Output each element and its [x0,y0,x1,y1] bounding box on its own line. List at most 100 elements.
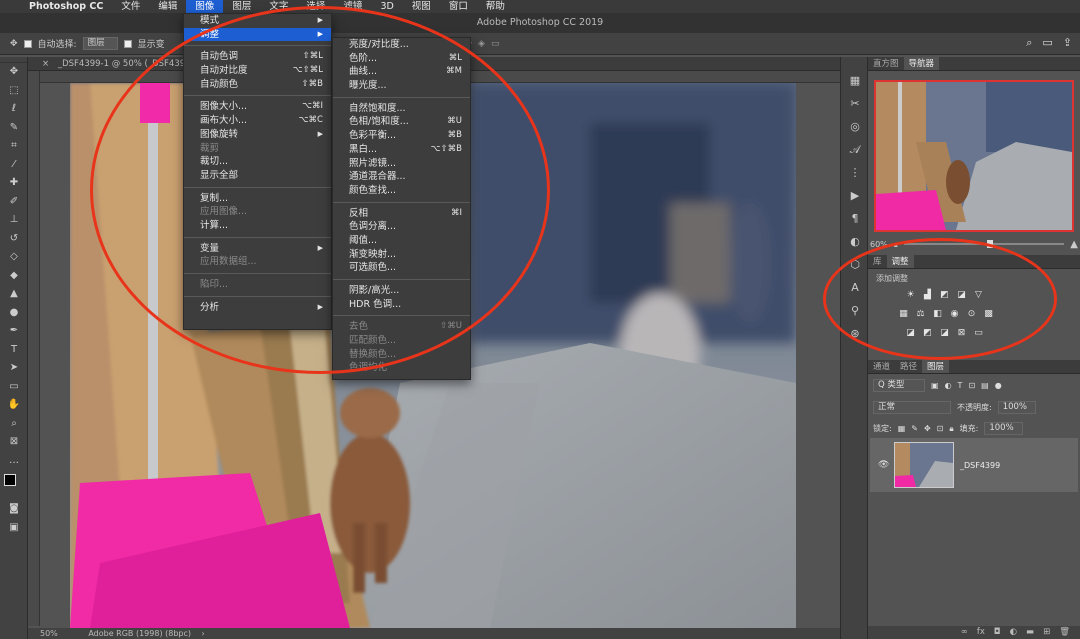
menu-photoshop[interactable]: Photoshop CC [20,0,112,13]
adjust-menu-item[interactable]: 自然饱和度... [333,102,470,116]
healing-tool-icon[interactable]: ✚ [0,174,28,193]
tab-layers[interactable]: 图层 [922,360,950,373]
adjust-menu-item[interactable]: 阴影/高光... [333,284,470,298]
layer-filter-dropdown[interactable]: Q 类型 [873,379,925,392]
color-panel-icon[interactable]: ◐ [841,230,869,253]
posterize-icon[interactable]: ◩ [922,328,933,339]
lock-transparent-icon[interactable]: ▦ [898,424,906,433]
path-select-icon[interactable]: ➤ [0,359,28,378]
adjust-menu-item[interactable]: 反相 ⌘I [333,207,470,221]
3d-panel-icon[interactable]: ⬡ [841,253,869,276]
link-icon[interactable]: ∞ [961,626,968,639]
zoom-tool-icon[interactable]: ⌕ [0,415,28,434]
status-chevron-icon[interactable]: › [202,629,205,638]
layer-name[interactable]: _DSF4399 [960,461,1000,470]
menu-help[interactable]: 帮助 [477,0,514,13]
new-layer-icon[interactable]: ⊞ [1043,626,1050,639]
image-menu-item[interactable]: 自动颜色 ⇧⌘B [184,78,331,92]
search-icon[interactable]: ⌕ [1026,36,1032,50]
image-menu-item[interactable]: 显示全部 [184,169,331,183]
lock-artboard-icon[interactable]: ⊡ [937,424,944,433]
rectangle-tool-icon[interactable]: ▭ [0,378,28,397]
gradient-map-icon[interactable]: ▭ [973,328,984,339]
layer-thumbnail[interactable] [894,442,954,488]
filter-adjustment-icon[interactable]: ◐ [945,381,952,390]
glyphs-panel-icon[interactable]: A [841,276,869,299]
move-tool-icon[interactable]: ✥ [10,39,18,49]
pen-tool-icon[interactable]: ✒ [0,322,28,341]
zoom-level[interactable]: 50% [40,629,58,638]
image-menu-item[interactable]: 自动对比度 ⌥⇧⌘L [184,64,331,78]
more-tools-icon[interactable]: … [0,452,28,471]
adjust-menu-item[interactable]: 渐变映射... [333,248,470,262]
image-menu-item[interactable]: 计算... [184,219,331,233]
menu-layer[interactable]: 图层 [223,0,260,13]
adjust-menu-item[interactable]: 照片滤镜... [333,157,470,171]
grid-panel-icon[interactable]: ▦ [841,69,869,92]
layer-row[interactable]: 👁︎ _DSF4399 [870,438,1078,492]
threshold-icon[interactable]: ◪ [939,328,950,339]
folder-icon[interactable]: ▬ [1026,626,1034,639]
image-menu-item[interactable]: 模式 ▶ [184,14,331,28]
properties-icon[interactable]: ⊛ [841,322,869,345]
color-balance-icon[interactable]: ⚖ [915,309,926,320]
vibrance-icon[interactable]: ▽ [973,290,984,301]
close-tab-icon[interactable]: × [42,59,49,69]
tab-adjustments[interactable]: 调整 [886,255,914,268]
invert-icon[interactable]: ◪ [905,328,916,339]
adjust-menu-item[interactable]: 色阶... ⌘L [333,52,470,66]
play-actions-icon[interactable]: ▶ [841,184,869,207]
levels-icon[interactable]: ▟ [922,290,933,301]
tab-library[interactable]: 库 [868,255,887,268]
image-menu-item[interactable]: 调整 ▶ [184,27,331,42]
type-tool-icon[interactable]: T [0,341,28,360]
adjust-menu-item[interactable]: 色彩平衡... ⌘B [333,129,470,143]
quick-mask-icon[interactable]: ◙ [0,500,28,519]
filter-pixel-icon[interactable]: ▣ [931,381,939,390]
filter-shape-icon[interactable]: ⊡ [968,381,975,390]
fx-icon[interactable]: fx [977,626,985,639]
quick-select-tool-icon[interactable]: ✎ [0,119,28,138]
crop-tool-icon[interactable]: ⌗ [0,137,28,156]
image-menu-item[interactable]: 变量 ▶ [184,242,331,256]
image-menu-item[interactable]: 图像旋转 ▶ [184,128,331,142]
clone-source-icon[interactable]: ⚲ [841,299,869,322]
adjustment-icon[interactable]: ◐ [1010,626,1017,639]
color-lookup-icon[interactable]: ▩ [983,309,994,320]
lock-position-icon[interactable]: ✥ [924,424,931,433]
adjust-menu-item[interactable]: 黑白... ⌥⇧⌘B [333,143,470,157]
tab-channels[interactable]: 通道 [868,360,895,373]
menu-image[interactable]: 图像 [186,0,224,13]
marquee-tool-icon[interactable]: ⬚ [0,82,28,101]
navigator-thumbnail[interactable] [874,80,1074,232]
workspace-icon[interactable]: ▭ [1042,36,1052,50]
screen-mode-icon[interactable]: ▣ [0,519,28,538]
tab-histogram[interactable]: 直方图 [868,57,904,70]
menu-type[interactable]: 文字 [260,0,297,13]
adjust-menu-item[interactable]: 阈值... [333,234,470,248]
move-tool-icon[interactable]: ✥ [0,63,28,82]
show-transform-checkbox[interactable] [123,39,132,48]
navigator-zoom-slider[interactable] [903,240,1065,248]
filter-toggle-icon[interactable]: ● [995,381,1002,390]
fill-input[interactable]: 100% [984,422,1023,435]
opacity-input[interactable]: 100% [997,401,1037,414]
character-panel-icon[interactable]: 𝒜 [841,138,869,161]
menu-edit[interactable]: 编辑 [149,0,186,13]
adjust-menu-item[interactable]: 色调分离... [333,220,470,234]
image-menu-item[interactable]: 分析 ▶ [184,301,331,315]
lock-pixels-icon[interactable]: ✎ [911,424,918,433]
eyedropper-tool-icon[interactable]: ⁄ [0,156,28,175]
adjust-menu-item[interactable]: 色相/饱和度... ⌘U [333,115,470,129]
brightness-contrast-icon[interactable]: ☀ [905,290,916,301]
blend-mode-dropdown[interactable]: 正常 [873,401,951,414]
mask-icon[interactable]: ◘ [994,626,1001,639]
hue-saturation-icon[interactable]: ▦ [898,309,909,320]
history-brush-icon[interactable]: ↺ [0,230,28,249]
lock-all-icon[interactable]: 🔒︎ [949,424,953,434]
photo-filter-icon[interactable]: ◉ [949,309,960,320]
zoom-slider-handle[interactable] [987,240,994,248]
brush-tool-icon[interactable]: ✐ [0,193,28,212]
navigator-zoom-value[interactable]: 60% [870,240,888,249]
menu-view[interactable]: 视图 [403,0,440,13]
